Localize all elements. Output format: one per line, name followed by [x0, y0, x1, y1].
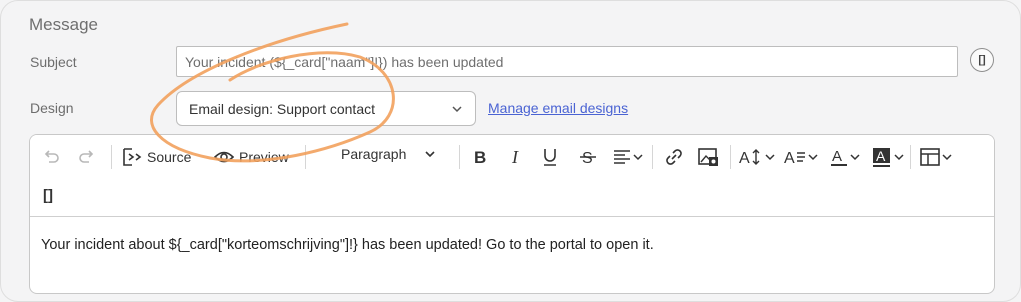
- preview-label: Preview: [239, 149, 289, 165]
- editor-toolbar: Source Preview Paragraph B I S A A A A […: [30, 135, 994, 217]
- svg-text:S: S: [582, 150, 593, 167]
- svg-text:I: I: [511, 147, 519, 167]
- chevron-down-icon: [849, 151, 861, 163]
- chevron-down-icon: [807, 151, 819, 163]
- underline-icon[interactable]: [539, 146, 561, 168]
- text-color-menu[interactable]: A: [829, 146, 861, 168]
- link-icon[interactable]: [663, 146, 685, 168]
- eye-icon: [213, 146, 235, 168]
- manage-email-designs-link[interactable]: Manage email designs: [488, 100, 628, 116]
- chevron-down-icon: [893, 151, 905, 163]
- toolbar-separator: [111, 145, 112, 169]
- table-icon: [919, 146, 941, 168]
- toolbar-separator: [730, 145, 731, 169]
- brackets-icon: []: [978, 54, 986, 66]
- svg-text:B: B: [474, 148, 486, 167]
- block-format-select[interactable]: Paragraph: [341, 146, 436, 162]
- design-select-value: Email design: Support contact: [189, 101, 375, 117]
- align-menu[interactable]: [612, 146, 644, 168]
- svg-text:A: A: [876, 148, 886, 164]
- chevron-down-icon: [941, 151, 953, 163]
- font-family-icon: A: [783, 146, 807, 168]
- source-code-icon: [121, 146, 143, 168]
- undo-icon[interactable]: [40, 146, 62, 168]
- svg-text:A: A: [739, 150, 750, 167]
- svg-text:A: A: [832, 148, 842, 165]
- rich-text-editor: Source Preview Paragraph B I S A A A A […: [29, 134, 995, 294]
- italic-icon[interactable]: I: [505, 146, 527, 168]
- text-color-icon: A: [829, 146, 849, 168]
- toolbar-separator: [910, 145, 911, 169]
- design-label: Design: [30, 100, 74, 116]
- font-family-menu[interactable]: A: [783, 146, 819, 168]
- chevron-down-icon: [424, 148, 436, 160]
- subject-input[interactable]: Your incident (${_card["naam"]!}) has be…: [176, 46, 958, 77]
- subject-label: Subject: [30, 54, 77, 70]
- chevron-down-icon: [764, 151, 776, 163]
- chevron-down-icon: [451, 102, 463, 118]
- align-left-icon: [612, 146, 632, 168]
- redo-icon[interactable]: [76, 146, 98, 168]
- block-format-value: Paragraph: [341, 146, 407, 162]
- svg-text:A: A: [784, 150, 795, 167]
- insert-variable-button[interactable]: []: [43, 187, 53, 204]
- image-icon[interactable]: [697, 146, 719, 168]
- design-select[interactable]: Email design: Support contact: [176, 91, 476, 126]
- toolbar-separator: [459, 145, 460, 169]
- insert-variable-button[interactable]: []: [970, 48, 994, 72]
- table-menu[interactable]: [919, 146, 953, 168]
- strikethrough-icon[interactable]: S: [577, 146, 599, 168]
- section-title: Message: [29, 15, 98, 34]
- font-size-menu[interactable]: A: [738, 146, 776, 168]
- source-label: Source: [147, 149, 192, 165]
- highlight-color-icon: A: [871, 146, 893, 168]
- toolbar-separator: [652, 145, 653, 169]
- background-color-menu[interactable]: A: [871, 146, 905, 168]
- toolbar-separator: [305, 145, 306, 169]
- bold-icon[interactable]: B: [469, 146, 491, 168]
- brackets-icon: []: [43, 187, 53, 204]
- chevron-down-icon: [632, 151, 644, 163]
- source-button[interactable]: Source: [121, 146, 191, 168]
- preview-button[interactable]: Preview: [213, 146, 289, 168]
- font-size-icon: A: [738, 146, 764, 168]
- editor-content[interactable]: Your incident about ${_card["korteomschr…: [41, 237, 654, 253]
